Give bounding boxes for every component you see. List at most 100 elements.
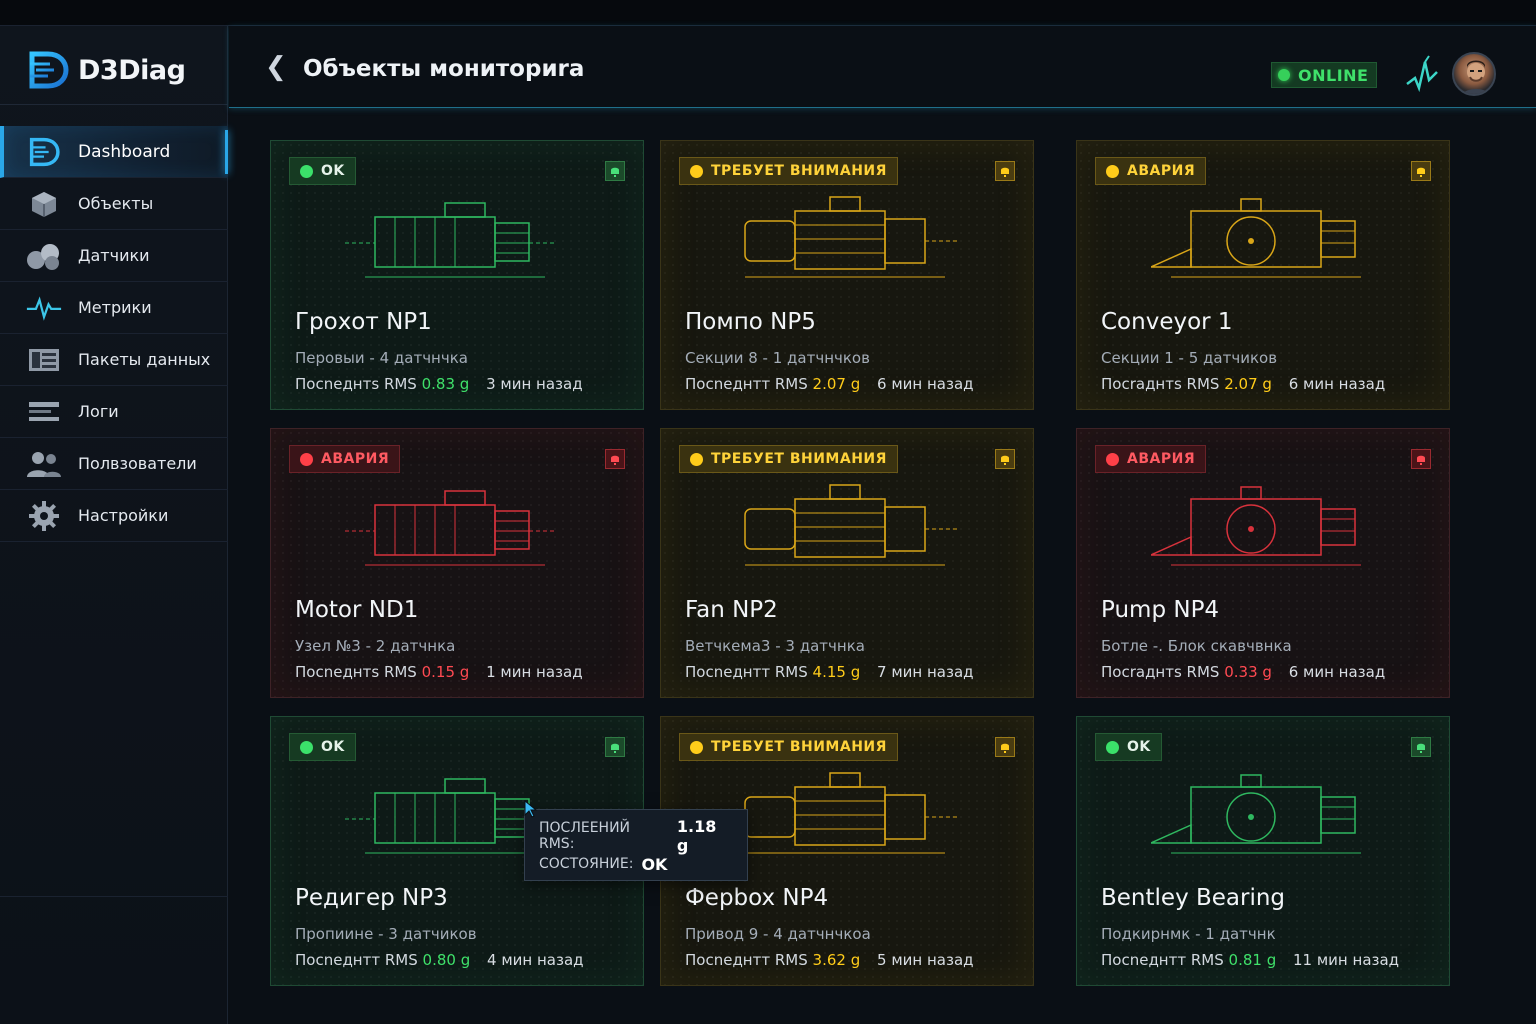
machine-schematic-icon	[1151, 486, 1361, 566]
logs-icon	[26, 394, 62, 430]
status-badge: OK	[289, 733, 356, 761]
status-badge-label: АВАРИЯ	[321, 451, 390, 467]
sidebar-item-sensors[interactable]: Датчики	[0, 230, 228, 282]
status-badge: ТРЕБУЕТ ВНИМАНИЯ	[679, 445, 898, 473]
alert-bell-icon[interactable]	[995, 449, 1015, 469]
status-badge-label: OK	[1127, 739, 1151, 755]
alert-bell-icon[interactable]	[1411, 737, 1431, 757]
object-card[interactable]: АВАРИЯ Pump NP4 Ботле -. Блок скавчвнка …	[1076, 428, 1450, 698]
object-card[interactable]: OK Грохот NP1 Перовыи - 4 датчнчка Посnе…	[270, 140, 644, 410]
last-updated: 5 мин назад	[877, 951, 974, 969]
avatar[interactable]	[1452, 52, 1496, 96]
status-badge: АВАРИЯ	[1095, 445, 1207, 473]
mouse-cursor-icon	[524, 800, 538, 818]
rms-label: Посrаднтs RMS	[1101, 663, 1220, 681]
object-card[interactable]: АВАРИЯ Motor ND1 Узел №3 - 2 датчнка Пос…	[270, 428, 644, 698]
rms-label: Посnеднтт RMS	[295, 951, 418, 969]
status-dot-icon	[690, 164, 703, 178]
alert-bell-icon[interactable]	[1411, 161, 1431, 181]
status-badge: ONLINE	[1271, 62, 1377, 88]
object-title: Pump NP4	[1101, 597, 1220, 623]
last-updated: 1 мин назад	[486, 663, 583, 681]
sidebar-item-label: Датчики	[78, 246, 150, 265]
rms-label: Посnеднтт RMS	[685, 375, 808, 393]
status-badge: OK	[1095, 733, 1162, 761]
sidebar-item-settings[interactable]: Настройки	[0, 490, 228, 542]
sidebar-item-dashboard[interactable]: Dashboard	[0, 126, 228, 178]
status-dot-icon	[300, 164, 313, 178]
cube-icon	[26, 186, 62, 222]
sidebar-item-data-packets[interactable]: Пакеты данных	[0, 334, 228, 386]
rms-value: 0.33 g	[1224, 663, 1272, 681]
object-meta: Секции 8 - 1 датчнчков	[685, 349, 870, 367]
object-card[interactable]: АВАРИЯ Conveyor 1 Секции 1 - 5 датчиков …	[1076, 140, 1450, 410]
logo-text: D3Diag	[78, 54, 186, 86]
object-meta: Пропиине - 3 датчиков	[295, 925, 477, 943]
rms-label: Посnеднтs RMS	[295, 375, 417, 393]
machine-schematic-icon	[345, 202, 555, 278]
rms-tooltip: ПОСЛЕЕНИЙ RMS: 1.18 g СОСТОЯНИЕ: OK	[524, 809, 748, 881]
object-rms-line: Посnеднтт RMS 2.07 g 6 мин назад	[685, 375, 974, 393]
divider	[0, 896, 228, 897]
rms-label: Посnеднтт RMS	[1101, 951, 1224, 969]
divider	[0, 104, 228, 105]
rms-value: 4.15 g	[812, 663, 861, 681]
object-rms-line: Посrаднтs RMS 2.07 g 6 мин назад	[1101, 375, 1385, 393]
object-card[interactable]: ТРЕБУЕТ ВНИМАНИЯ Помпо NP5 Секции 8 - 1 …	[660, 140, 1034, 410]
sidebar-item-label: Логи	[78, 402, 119, 421]
status-badge-label: АВАРИЯ	[1127, 163, 1196, 179]
alert-bell-icon[interactable]	[995, 161, 1015, 181]
last-updated: 6 мин назад	[1288, 375, 1386, 393]
object-rms-line: Посnеднтs RMS 0.83 g 3 мин назад	[295, 375, 583, 393]
last-updated: 4 мин назад	[487, 951, 584, 969]
object-title: Conveyor 1	[1101, 309, 1233, 335]
status-badge-label: OK	[321, 739, 345, 755]
status-dot-icon	[300, 452, 313, 466]
sidebar-item-logs[interactable]: Логи	[0, 386, 228, 438]
machine-schematic-icon	[744, 196, 957, 278]
status-badge-label: OK	[321, 163, 345, 179]
object-title: Bentley Bearing	[1101, 885, 1286, 911]
sidebar-item-label: Пакеты данных	[78, 350, 211, 369]
sensors-icon	[26, 238, 62, 274]
object-title: Ферbox NP4	[685, 885, 829, 911]
status-dot-icon	[1106, 452, 1119, 466]
status-badge: ТРЕБУЕТ ВНИМАНИЯ	[679, 157, 898, 185]
object-card[interactable]: ТРЕБУЕТ ВНИМАНИЯ Fan NP2 Ветчкема3 - 3 д…	[660, 428, 1034, 698]
last-updated: 6 мин назад	[877, 375, 974, 393]
object-card[interactable]: OK Bentley Bearing Подкирнмк - 1 датчнк …	[1076, 716, 1450, 986]
tooltip-rms-row: ПОСЛЕЕНИЙ RMS: 1.18 g	[539, 817, 733, 855]
status-badge: ТРЕБУЕТ ВНИМАНИЯ	[679, 733, 898, 761]
tooltip-rms-value: 1.18 g	[676, 817, 717, 855]
alert-bell-icon[interactable]	[995, 737, 1015, 757]
object-title: Motor ND1	[295, 597, 419, 623]
back-chevron-icon[interactable]: ❮	[265, 54, 287, 82]
status-badge-label: ТРЕБУЕТ ВНИМАНИЯ	[711, 451, 887, 467]
alert-bell-icon[interactable]	[605, 449, 625, 469]
object-title: Помпо NP5	[685, 309, 816, 335]
sidebar-item-label: Метрики	[78, 298, 152, 317]
sidebar-item-metrics[interactable]: Метрики	[0, 282, 228, 334]
status-badge-label: АВАРИЯ	[1127, 451, 1196, 467]
sidebar-item-users[interactable]: Полвзователи	[0, 438, 228, 490]
machine-schematic-icon	[345, 490, 555, 566]
data-packets-icon	[26, 342, 62, 378]
last-updated: 3 мин назад	[486, 375, 583, 393]
alert-bell-icon[interactable]	[1411, 449, 1431, 469]
alert-bell-icon[interactable]	[605, 161, 625, 181]
status-badge-label: ТРЕБУЕТ ВНИМАНИЯ	[711, 163, 887, 179]
object-rms-line: Посnеднтт RMS 0.81 g 11 мин назад	[1101, 951, 1399, 969]
tooltip-rms-label: ПОСЛЕЕНИЙ RMS:	[539, 820, 631, 852]
status-dot-icon	[690, 452, 703, 466]
machine-schematic-icon	[744, 484, 957, 566]
sidebar-item-objects[interactable]: Объекты	[0, 178, 228, 230]
app-logo[interactable]: D3Diag	[26, 48, 186, 92]
online-dot-icon	[1278, 69, 1290, 81]
page-title: Объекты мониториrа	[303, 56, 585, 82]
alert-bell-icon[interactable]	[605, 737, 625, 757]
status-dot-icon	[1106, 164, 1119, 178]
status-badge-label: ТРЕБУЕТ ВНИМАНИЯ	[711, 739, 887, 755]
object-meta: Привод 9 - 4 датчнчкоа	[685, 925, 871, 943]
activity-icon[interactable]	[1405, 54, 1439, 94]
window-top-strip	[0, 0, 1536, 26]
